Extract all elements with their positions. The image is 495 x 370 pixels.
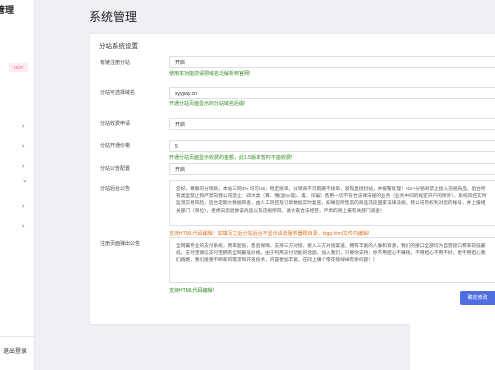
register-label: 有链注册分站 <box>100 60 131 66</box>
chevron-down-icon[interactable]: ⌄ <box>22 177 28 184</box>
notice-select[interactable]: 开启 <box>169 163 495 175</box>
footer-card <box>410 312 495 370</box>
chevron-right-icon[interactable]: › <box>22 143 24 150</box>
chevron-right-icon[interactable]: › <box>22 203 24 210</box>
chevron-right-icon[interactable]: › <box>22 223 24 230</box>
notice-label: 分站公告配置 <box>100 166 131 172</box>
domain-input[interactable]: xyypay.cn <box>169 87 495 99</box>
fee-select[interactable]: 开启 <box>169 118 495 130</box>
price-label: 分站开通价格 <box>100 143 131 149</box>
section-title: 分站系统设置 <box>99 43 138 50</box>
submit-button[interactable]: 确定修改 <box>460 291 495 305</box>
hot-badge: HOT <box>9 63 28 72</box>
chevron-right-icon[interactable]: › <box>22 123 24 130</box>
register-hint: 使用本功能前请把域名泛解析到官网! <box>169 71 251 77</box>
chevron-right-icon[interactable]: › <box>22 163 24 170</box>
logout-link[interactable]: 退出登录 <box>3 346 27 355</box>
popup-textarea[interactable]: 全网最专业的支付系统，费率超低，售后保障，支持三方对接，接入三方对接渠道，拥有丰… <box>169 237 495 283</box>
sidebar-brand: 管理 <box>0 5 15 15</box>
price-input[interactable]: 5 <box>169 140 495 152</box>
popup-label: 注册页面弹出公告 <box>100 241 141 247</box>
popup-hint: 支持HTML代码编辑! <box>169 288 215 294</box>
domain-label: 分站可选择域名 <box>100 90 136 96</box>
domain-hint: 开通分站页面显示的分站域名后缀! <box>169 101 246 107</box>
announce-label: 分站后台公告 <box>100 186 131 192</box>
page-title: 系统管理 <box>89 10 138 24</box>
register-select[interactable]: 开启 <box>169 56 495 68</box>
fee-label: 分站收费申请 <box>100 121 131 127</box>
sidebar: 管理 HOT › › › ⌄ › › 退出登录 <box>0 0 35 370</box>
announce-textarea[interactable]: 您好，尊敬的分销商，本站三网3% 均可H5，稳定接单，分销商不可跑路不接单，发现… <box>169 180 495 226</box>
html-hint: 支持HTML代码编辑！如填写之后分站后台不显示请去服务器根目录，fzgg.htm… <box>169 231 370 237</box>
price-hint: 开通分站页面显示收费的金额，此1.5版本暂时不能收费! <box>169 155 293 161</box>
sidebar-divider <box>0 336 34 337</box>
